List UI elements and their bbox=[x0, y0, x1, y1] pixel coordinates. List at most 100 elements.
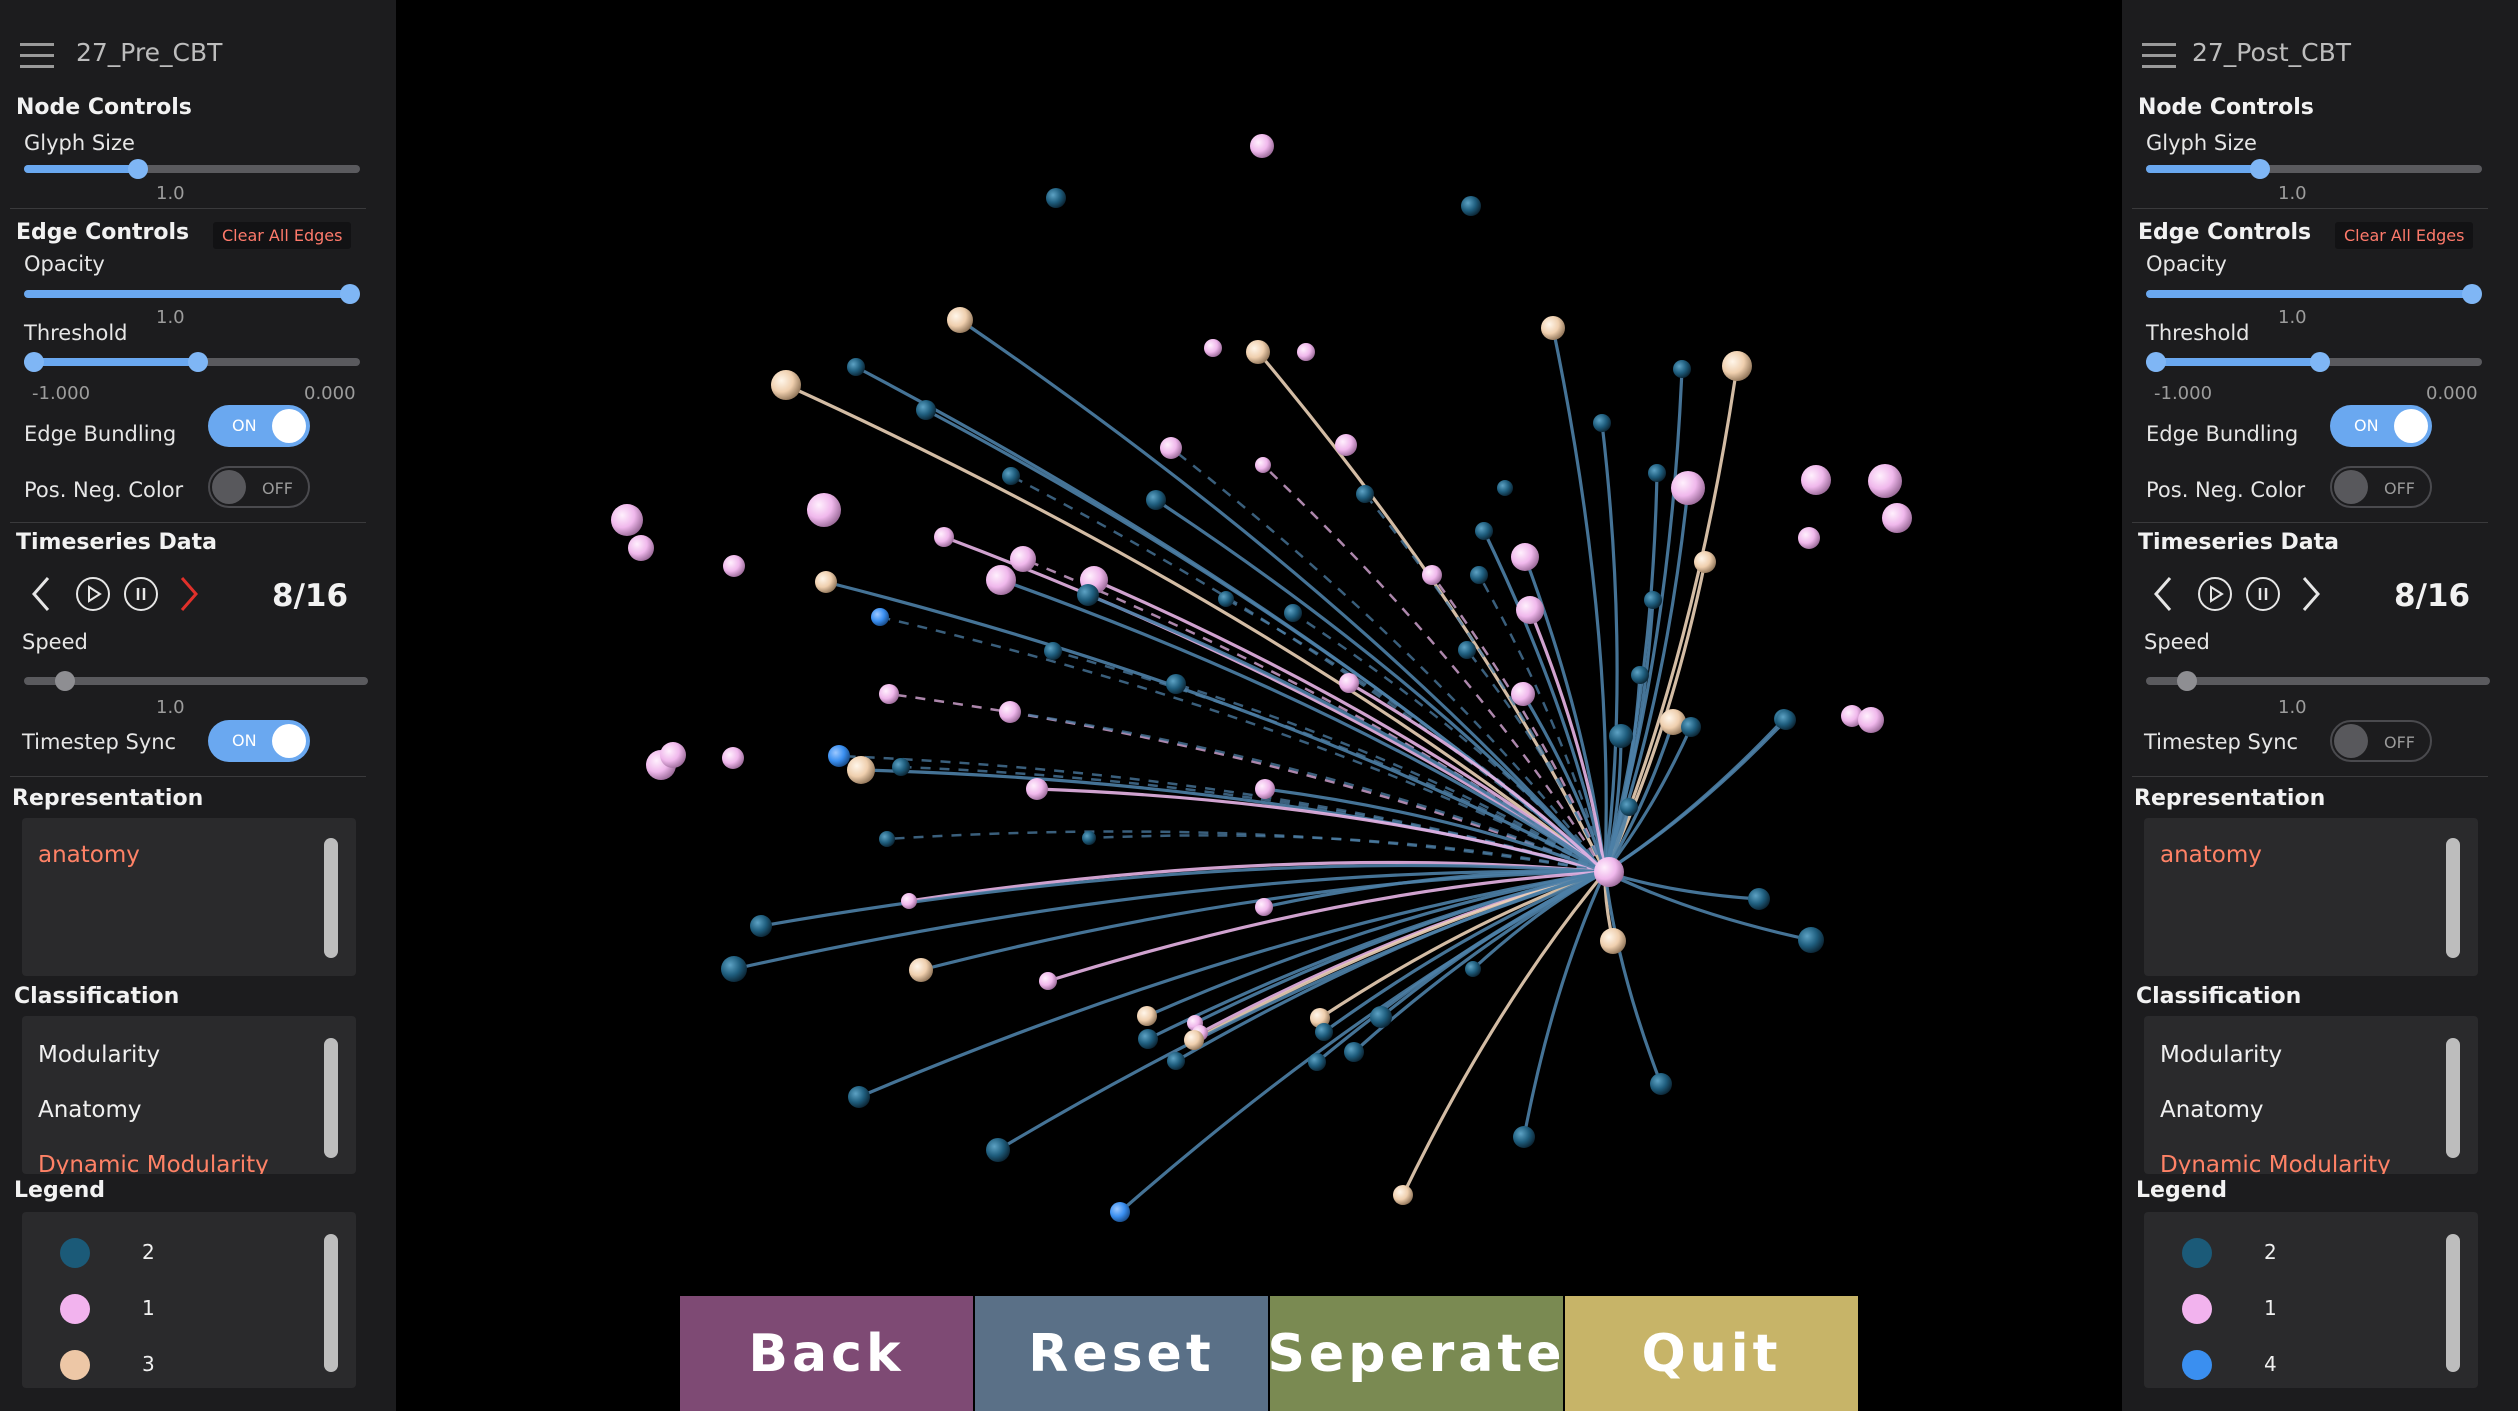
scrollbar[interactable] bbox=[2446, 1038, 2460, 1158]
node-glyph[interactable] bbox=[1748, 888, 1770, 910]
node-glyph[interactable] bbox=[1284, 604, 1302, 622]
opacity-slider[interactable] bbox=[24, 290, 354, 298]
threshold-min-thumb[interactable] bbox=[24, 352, 44, 372]
node-glyph[interactable] bbox=[1882, 503, 1912, 533]
pause-button[interactable] bbox=[124, 577, 158, 611]
timestep-sync-toggle[interactable]: ON bbox=[208, 720, 310, 762]
node-glyph[interactable] bbox=[1184, 1030, 1204, 1050]
speed-thumb[interactable] bbox=[55, 671, 75, 691]
node-glyph[interactable] bbox=[1422, 565, 1442, 585]
pos-neg-color-toggle[interactable]: OFF bbox=[208, 466, 310, 508]
brain-network-view[interactable] bbox=[396, 0, 2122, 1296]
node-glyph[interactable] bbox=[1461, 196, 1481, 216]
node-glyph[interactable] bbox=[1077, 584, 1099, 606]
node-glyph[interactable] bbox=[660, 742, 686, 768]
node-glyph[interactable] bbox=[1648, 464, 1666, 482]
node-glyph[interactable] bbox=[1356, 485, 1374, 503]
next-arrow-icon[interactable] bbox=[2296, 574, 2326, 614]
node-glyph[interactable] bbox=[1516, 596, 1544, 624]
node-glyph[interactable] bbox=[1497, 480, 1513, 496]
clear-all-edges-button[interactable]: Clear All Edges bbox=[213, 222, 352, 249]
node-glyph[interactable] bbox=[1166, 674, 1186, 694]
node-glyph[interactable] bbox=[1315, 1023, 1333, 1041]
threshold-max-thumb[interactable] bbox=[2310, 352, 2330, 372]
node-glyph[interactable] bbox=[1798, 527, 1820, 549]
node-glyph[interactable] bbox=[1609, 724, 1633, 748]
node-glyph[interactable] bbox=[721, 956, 747, 982]
previous-arrow-icon[interactable] bbox=[26, 574, 56, 614]
reset-button[interactable]: Reset bbox=[975, 1296, 1268, 1411]
node-glyph[interactable] bbox=[1458, 641, 1476, 659]
node-glyph[interactable] bbox=[1671, 471, 1705, 505]
node-glyph[interactable] bbox=[723, 555, 745, 577]
node-glyph[interactable] bbox=[1722, 351, 1752, 381]
node-glyph[interactable] bbox=[1046, 188, 1066, 208]
representation-list[interactable]: anatomy bbox=[22, 818, 356, 976]
node-glyph[interactable] bbox=[815, 571, 837, 593]
node-glyph[interactable] bbox=[847, 358, 865, 376]
pause-button[interactable] bbox=[2246, 577, 2280, 611]
node-glyph[interactable] bbox=[628, 535, 654, 561]
node-glyph[interactable] bbox=[1026, 778, 1048, 800]
opacity-thumb[interactable] bbox=[2462, 284, 2482, 304]
node-glyph[interactable] bbox=[916, 400, 936, 420]
threshold-min-thumb[interactable] bbox=[2146, 352, 2166, 372]
speed-thumb[interactable] bbox=[2177, 671, 2197, 691]
speed-slider[interactable] bbox=[24, 677, 368, 685]
node-glyph[interactable] bbox=[1798, 927, 1824, 953]
opacity-thumb[interactable] bbox=[340, 284, 360, 304]
node-glyph[interactable] bbox=[879, 684, 899, 704]
node-glyph[interactable] bbox=[1039, 972, 1057, 990]
node-glyph[interactable] bbox=[934, 527, 954, 547]
node-glyph[interactable] bbox=[750, 915, 772, 937]
next-arrow-icon[interactable] bbox=[174, 574, 204, 614]
node-glyph[interactable] bbox=[1513, 1126, 1535, 1148]
node-glyph[interactable] bbox=[909, 958, 933, 982]
list-item[interactable]: Dynamic Modularity bbox=[38, 1152, 269, 1174]
list-item[interactable]: Anatomy bbox=[38, 1097, 142, 1123]
list-item[interactable]: Dynamic Modularity bbox=[2160, 1152, 2391, 1174]
node-glyph[interactable] bbox=[1082, 831, 1096, 845]
list-item[interactable]: Modularity bbox=[38, 1042, 160, 1068]
edge-bundling-toggle[interactable]: ON bbox=[208, 405, 310, 447]
node-glyph[interactable] bbox=[1146, 490, 1166, 510]
node-glyph[interactable] bbox=[771, 370, 801, 400]
node-glyph[interactable] bbox=[1511, 682, 1535, 706]
glyph-size-thumb[interactable] bbox=[128, 159, 148, 179]
node-glyph[interactable] bbox=[1370, 1006, 1392, 1028]
scrollbar[interactable] bbox=[324, 1234, 338, 1372]
representation-list[interactable]: anatomy bbox=[2144, 818, 2478, 976]
node-glyph[interactable] bbox=[1138, 1029, 1158, 1049]
node-glyph[interactable] bbox=[1255, 898, 1273, 916]
node-glyph[interactable] bbox=[722, 747, 744, 769]
list-item[interactable]: anatomy bbox=[2160, 842, 2262, 868]
speed-slider[interactable] bbox=[2146, 677, 2490, 685]
node-glyph[interactable] bbox=[1218, 591, 1234, 607]
clear-all-edges-button[interactable]: Clear All Edges bbox=[2335, 222, 2474, 249]
node-glyph[interactable] bbox=[1010, 546, 1036, 572]
scrollbar[interactable] bbox=[2446, 838, 2460, 958]
threshold-max-thumb[interactable] bbox=[188, 352, 208, 372]
node-glyph[interactable] bbox=[1160, 437, 1182, 459]
scrollbar[interactable] bbox=[2446, 1234, 2460, 1372]
node-glyph[interactable] bbox=[1475, 522, 1493, 540]
previous-arrow-icon[interactable] bbox=[2148, 574, 2178, 614]
classification-list[interactable]: Modularity Anatomy Dynamic Modularity bbox=[22, 1016, 356, 1174]
node-glyph[interactable] bbox=[1204, 339, 1222, 357]
node-glyph[interactable] bbox=[1511, 543, 1539, 571]
node-glyph[interactable] bbox=[999, 701, 1021, 723]
node-glyph[interactable] bbox=[1297, 343, 1315, 361]
node-glyph[interactable] bbox=[1644, 591, 1662, 609]
classification-list[interactable]: Modularity Anatomy Dynamic Modularity bbox=[2144, 1016, 2478, 1174]
node-glyph[interactable] bbox=[892, 758, 910, 776]
node-glyph[interactable] bbox=[1694, 551, 1716, 573]
node-glyph[interactable] bbox=[1801, 465, 1831, 495]
play-button[interactable] bbox=[76, 577, 110, 611]
play-button[interactable] bbox=[2198, 577, 2232, 611]
node-glyph[interactable] bbox=[1339, 673, 1359, 693]
back-button[interactable]: Back bbox=[680, 1296, 973, 1411]
node-glyph[interactable] bbox=[871, 608, 889, 626]
node-glyph[interactable] bbox=[807, 493, 841, 527]
scrollbar[interactable] bbox=[324, 838, 338, 958]
node-glyph[interactable] bbox=[947, 307, 973, 333]
